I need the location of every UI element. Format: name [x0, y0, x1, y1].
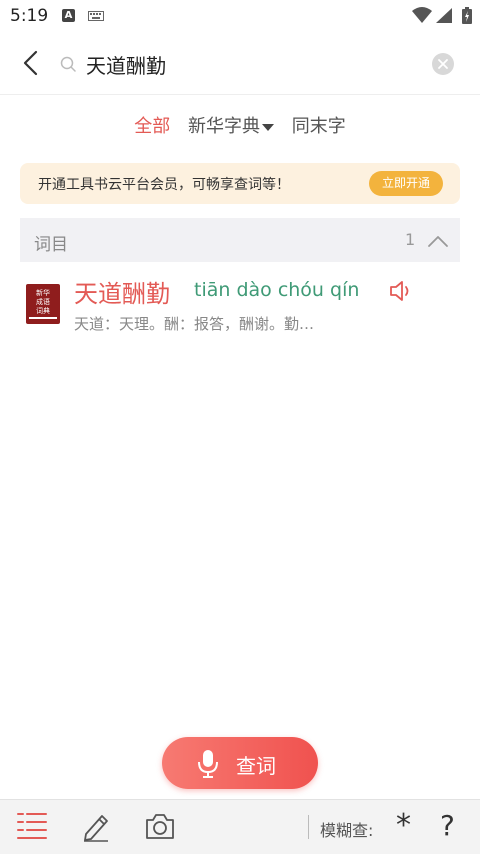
result-entry[interactable]: 新华 成语 词典 天道酬勤 tiān dào chóu qín 天道：天理。酬：… — [20, 268, 460, 340]
tab-all[interactable]: 全部 — [134, 112, 170, 138]
wifi-icon — [412, 7, 432, 23]
clear-search-button[interactable] — [432, 53, 454, 75]
search-input[interactable] — [86, 48, 416, 80]
tab-xinhua-dictionary-label: 新华字典 — [188, 116, 260, 137]
close-icon — [438, 59, 448, 69]
list-menu-icon[interactable] — [16, 810, 48, 842]
entries-section-header[interactable]: 词目 1 — [20, 218, 460, 262]
book-icon-text-1: 新华 — [36, 289, 50, 297]
wildcard-star-button[interactable]: * — [396, 808, 411, 844]
chevron-up-icon[interactable] — [427, 234, 449, 248]
tab-same-ending-char[interactable]: 同末字 — [292, 112, 346, 138]
section-title: 词目 — [34, 235, 68, 255]
result-pinyin: tiān dào chóu qín — [194, 279, 360, 301]
book-icon-text-3: 词典 — [36, 307, 50, 315]
section-count: 1 — [405, 230, 416, 249]
wildcard-question-button[interactable]: ? — [440, 808, 455, 844]
result-word[interactable]: 天道酬勤 — [74, 274, 170, 309]
search-icon — [60, 56, 76, 72]
camera-icon[interactable] — [144, 810, 176, 842]
handwriting-pen-icon[interactable] — [80, 810, 112, 842]
tab-xinhua-dictionary[interactable]: 新华字典 — [188, 112, 274, 138]
query-button-label: 查词 — [236, 754, 276, 778]
idiom-dictionary-book-icon: 新华 成语 词典 — [26, 284, 60, 324]
back-arrow-icon[interactable] — [16, 48, 46, 78]
fuzzy-search-label: 模糊查: — [320, 821, 374, 840]
speaker-icon[interactable] — [389, 280, 413, 302]
a-notification-icon: A — [62, 9, 75, 22]
signal-icon — [436, 8, 452, 23]
keyboard-icon — [88, 11, 104, 21]
membership-banner: 开通工具书云平台会员，可畅享查词等！ 立即开通 — [20, 163, 460, 204]
book-icon-text-2: 成语 — [36, 298, 50, 306]
status-time: 5:19 — [10, 6, 49, 26]
search-header — [0, 34, 480, 95]
query-word-button[interactable]: 查词 — [162, 737, 318, 789]
banner-text: 开通工具书云平台会员，可畅享查词等！ — [38, 177, 290, 193]
caret-down-icon — [262, 123, 274, 131]
bottom-toolbar: 模糊查: * ? — [0, 799, 480, 854]
open-membership-button[interactable]: 立即开通 — [369, 171, 443, 196]
dictionary-filter-tabs: 全部 新华字典 同末字 — [0, 112, 480, 142]
battery-icon — [462, 7, 472, 24]
status-bar: 5:19 A — [0, 0, 480, 32]
result-definition: 天道：天理。酬：报答，酬谢。勤… — [74, 315, 315, 333]
toolbar-divider — [308, 815, 309, 839]
microphone-icon — [198, 750, 218, 778]
